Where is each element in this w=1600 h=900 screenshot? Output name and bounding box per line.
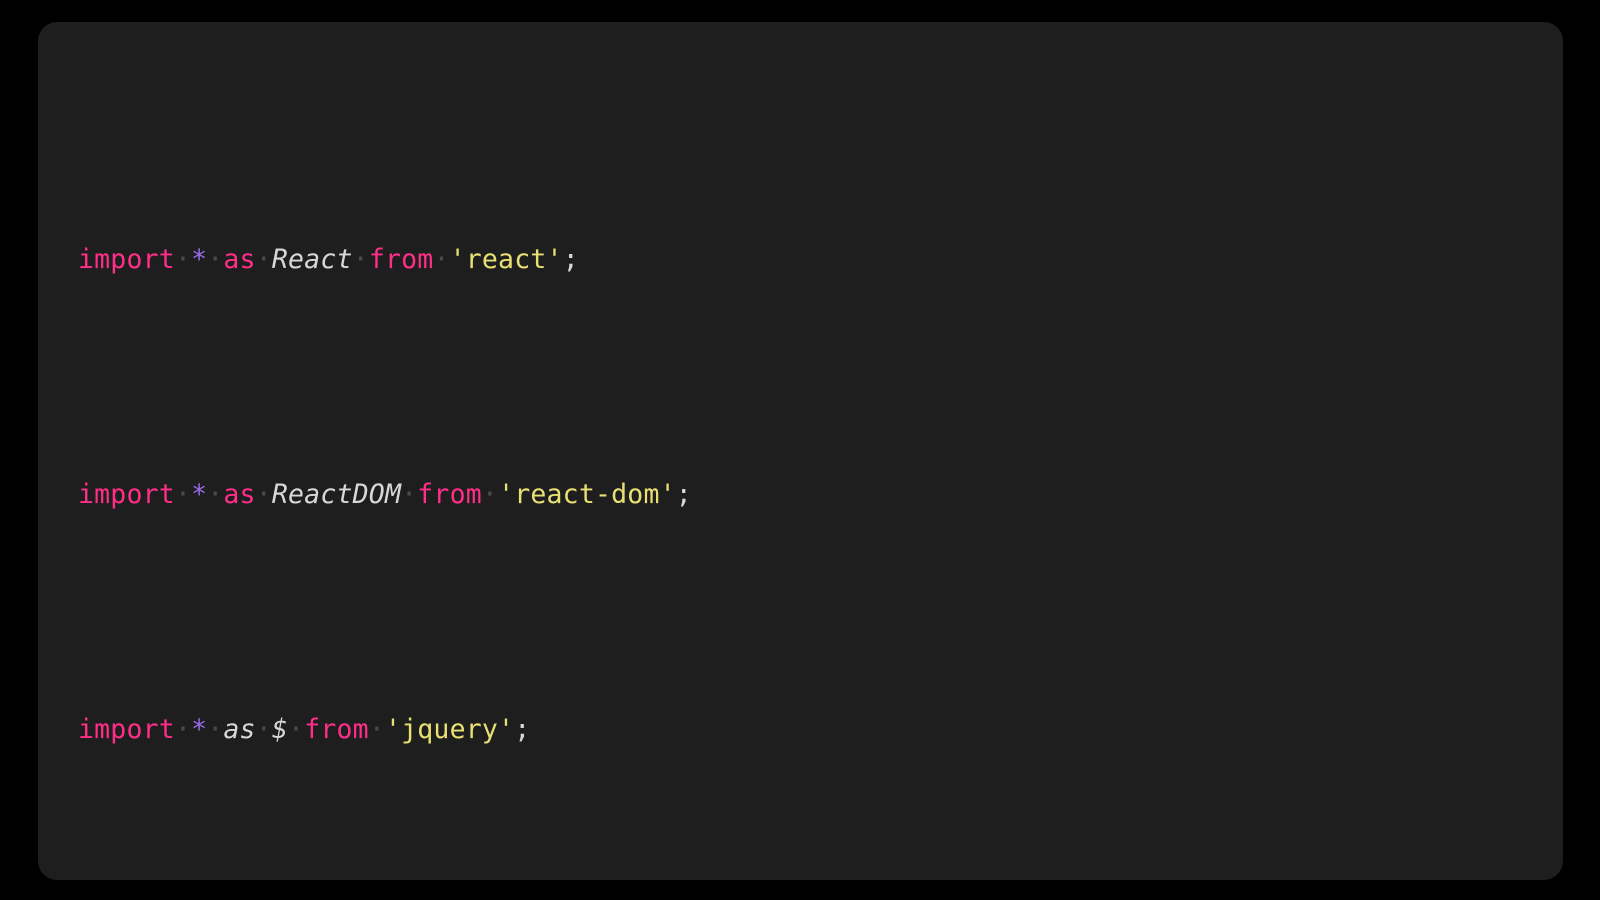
string-literal: 'react-dom' (498, 479, 676, 510)
code-line-1[interactable]: import·*·as·React·from·'react'; (38, 236, 1563, 283)
keyword-as: as (223, 244, 256, 275)
string-literal: 'react' (449, 244, 563, 275)
semicolon: ; (562, 244, 579, 275)
whitespace-dot: · (174, 479, 192, 510)
semicolon: ; (514, 714, 531, 745)
whitespace-dot: · (368, 714, 385, 745)
keyword-from: from (368, 244, 434, 275)
keyword-from: from (304, 714, 369, 745)
whitespace-dot: · (401, 479, 418, 510)
whitespace-dot: · (255, 714, 272, 745)
code-editor-panel[interactable]: import·*·as·React·from·'react'; import·*… (38, 22, 1563, 880)
whitespace-dot: · (207, 479, 224, 510)
star-glyph: * (191, 479, 208, 510)
whitespace-dot: · (174, 714, 192, 745)
module-identifier: $ (271, 714, 289, 745)
code-line-2[interactable]: import·*·as·ReactDOM·from·'react-dom'; (38, 471, 1563, 518)
whitespace-dot: · (255, 244, 272, 275)
whitespace-dot: · (255, 479, 272, 510)
star-glyph: * (191, 244, 208, 275)
whitespace-dot: · (207, 714, 224, 745)
keyword-as: as (223, 479, 256, 510)
keyword-as: as (223, 714, 256, 745)
keyword-import: import (78, 244, 175, 275)
string-literal: 'jquery' (384, 714, 515, 745)
whitespace-dot: · (433, 244, 450, 275)
code-content[interactable]: import·*·as·React·from·'react'; import·*… (38, 22, 1563, 880)
keyword-import: import (78, 479, 175, 510)
code-line-3[interactable]: import·*·as·$·from·'jquery'; (38, 706, 1563, 753)
keyword-import: import (78, 714, 175, 745)
whitespace-dot: · (288, 714, 305, 745)
keyword-from: from (417, 479, 482, 510)
whitespace-dot: · (174, 244, 192, 275)
module-identifier: ReactDOM (271, 479, 402, 510)
whitespace-dot: · (481, 479, 499, 510)
whitespace-dot: · (352, 244, 369, 275)
semicolon: ; (675, 479, 692, 510)
star-glyph: * (191, 714, 208, 745)
whitespace-dot: · (207, 244, 224, 275)
module-identifier: React (271, 244, 353, 275)
